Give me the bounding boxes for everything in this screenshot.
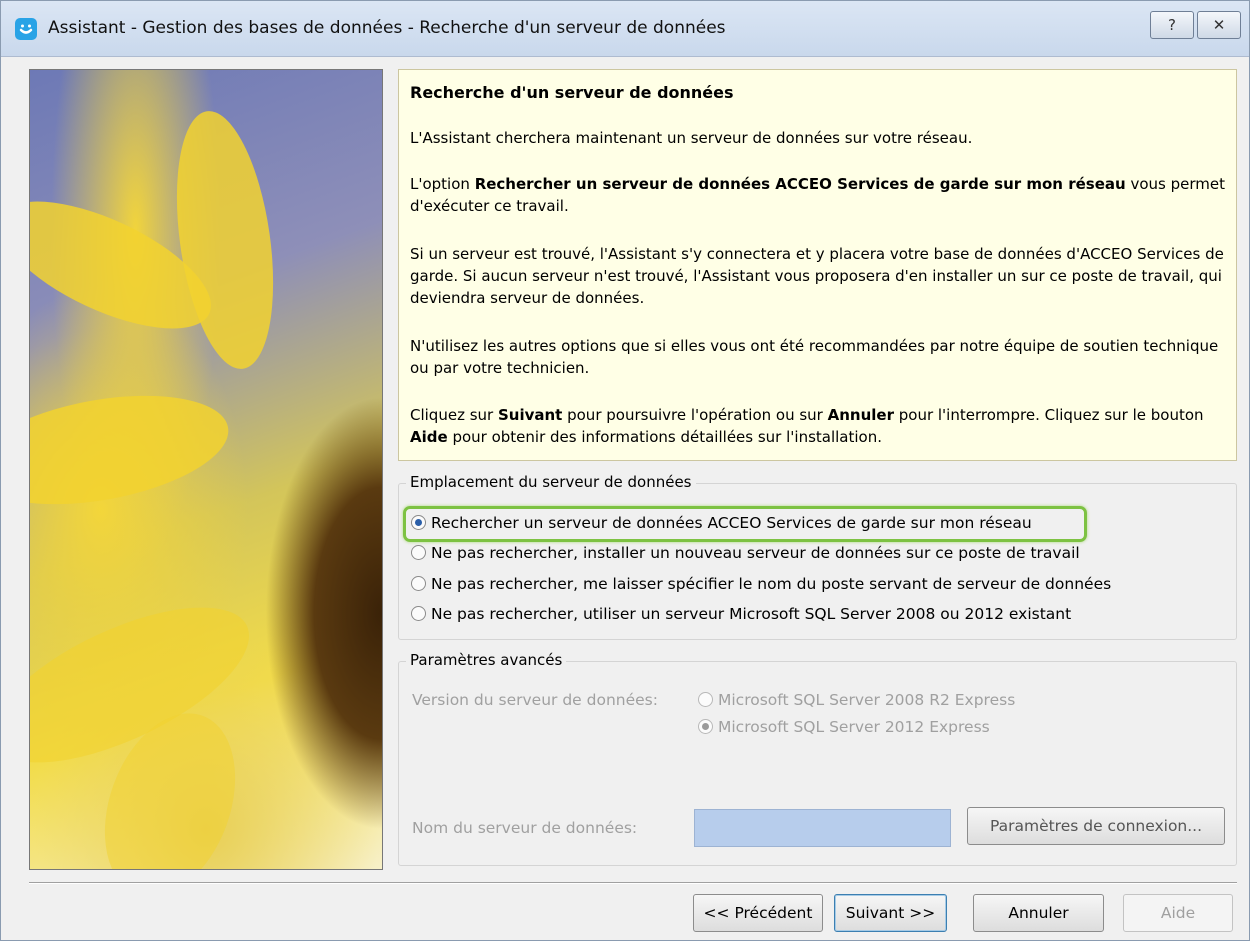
- radio-use-existing-sql[interactable]: Ne pas rechercher, utiliser un serveur M…: [411, 602, 1071, 626]
- info-paragraph-5: Cliquez sur Suivant pour poursuivre l'op…: [410, 406, 1204, 446]
- cancel-button[interactable]: Annuler: [973, 894, 1104, 932]
- previous-button[interactable]: << Précédent: [693, 894, 823, 932]
- info-paragraph-2: L'option Rechercher un serveur de donnée…: [410, 175, 1225, 215]
- footer-separator: [29, 882, 1237, 884]
- close-icon: ✕: [1212, 16, 1226, 34]
- info-paragraph-4: N'utilisez les autres options que si ell…: [410, 337, 1219, 377]
- location-legend: Emplacement du serveur de données: [406, 471, 696, 493]
- server-name-input[interactable]: [694, 809, 951, 847]
- sunflower-image: [29, 69, 383, 870]
- info-heading: Recherche d'un serveur de données: [410, 83, 734, 102]
- close-button[interactable]: ✕: [1197, 11, 1241, 39]
- connection-settings-button[interactable]: Paramètres de connexion...: [967, 807, 1225, 845]
- radio-install-new-server[interactable]: Ne pas rechercher, installer un nouveau …: [411, 541, 1080, 565]
- radio-specify-server-name[interactable]: Ne pas rechercher, me laisser spécifier …: [411, 572, 1111, 596]
- radio-button-icon: [411, 606, 426, 621]
- selection-highlight: [403, 506, 1087, 542]
- window-title: Assistant - Gestion des bases de données…: [48, 18, 726, 38]
- info-paragraph-3: Si un serveur est trouvé, l'Assistant s'…: [410, 245, 1224, 307]
- info-paragraph-1: L'Assistant cherchera maintenant un serv…: [410, 129, 973, 147]
- wizard-window: Assistant - Gestion des bases de données…: [0, 0, 1250, 941]
- version-label: Version du serveur de données:: [412, 691, 658, 709]
- radio-button-icon: [411, 545, 426, 560]
- help-button[interactable]: Aide: [1123, 894, 1233, 932]
- question-icon: ?: [1168, 16, 1176, 34]
- radio-sql-2012[interactable]: Microsoft SQL Server 2012 Express: [698, 715, 990, 739]
- advanced-legend: Paramètres avancés: [406, 649, 567, 671]
- radio-button-icon: [411, 576, 426, 591]
- server-name-label: Nom du serveur de données:: [412, 819, 638, 837]
- info-panel: Recherche d'un serveur de données L'Assi…: [398, 69, 1237, 461]
- radio-button-icon: [698, 719, 713, 734]
- next-button[interactable]: Suivant >>: [834, 894, 947, 932]
- radio-sql-2008[interactable]: Microsoft SQL Server 2008 R2 Express: [698, 688, 1015, 712]
- title-bar: Assistant - Gestion des bases de données…: [1, 1, 1249, 57]
- app-icon: [15, 18, 37, 40]
- radio-button-icon: [698, 692, 713, 707]
- help-title-button[interactable]: ?: [1150, 11, 1194, 39]
